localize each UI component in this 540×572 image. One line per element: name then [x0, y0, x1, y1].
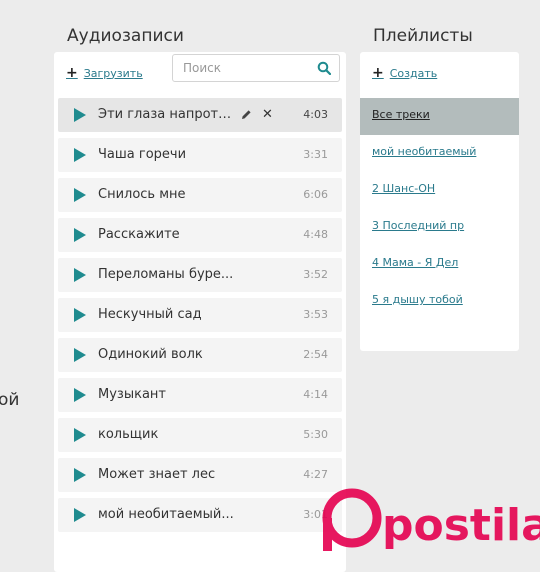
playlist-item[interactable]: 4 Мама - Я Дел — [360, 246, 519, 283]
track-title: Может знает лес — [98, 467, 216, 482]
search-box — [172, 54, 340, 82]
track-duration: 4:14 — [303, 388, 328, 401]
track-title: кольщик — [98, 427, 159, 442]
play-icon[interactable] — [74, 308, 86, 322]
play-icon[interactable] — [74, 148, 86, 162]
track-title: Чаша горечи — [98, 147, 187, 162]
track-duration: 5:30 — [303, 428, 328, 441]
track-duration: 6:06 — [303, 188, 328, 201]
playlist-label: 2 Шанс-ОН — [372, 182, 436, 195]
playlist-list: Все треки мой необитаемый 2 Шанс-ОН 3 После… — [360, 98, 519, 320]
track-duration: 3:52 — [303, 268, 328, 281]
play-icon[interactable] — [74, 508, 86, 522]
track-title: Эти глаза напрот… — [98, 107, 232, 122]
postila-watermark-logo: postila.ru — [322, 488, 540, 551]
playlist-item[interactable]: мой необитаемый — [360, 135, 519, 172]
play-icon[interactable] — [74, 268, 86, 282]
playlist-item[interactable]: 5 я дышу тобой — [360, 283, 519, 320]
track-title: мой необитаемый... — [98, 507, 234, 522]
track-title: Одинокий волк — [98, 347, 203, 362]
play-icon[interactable] — [74, 228, 86, 242]
track-row[interactable]: Переломаны буре... 3:52 — [58, 258, 342, 292]
playlists-section-title: Плейлисты — [373, 26, 473, 46]
search-input[interactable] — [173, 55, 323, 81]
track-duration: 4:48 — [303, 228, 328, 241]
track-row[interactable]: Эти глаза напрот… ✕ 4:03 — [58, 98, 342, 132]
playlist-label: 3 Последний пр — [372, 219, 465, 232]
playlist-label: мой необитаемый — [372, 145, 477, 158]
track-row[interactable]: Может знает лес 4:27 — [58, 458, 342, 492]
audio-section-title: Аудиозаписи — [67, 26, 184, 46]
playlist-item[interactable]: 2 Шанс-ОН — [360, 172, 519, 209]
track-title: Переломаны буре... — [98, 267, 234, 282]
track-row[interactable]: Чаша горечи 3:31 — [58, 138, 342, 172]
track-row[interactable]: Нескучный сад 3:53 — [58, 298, 342, 332]
close-icon[interactable]: ✕ — [262, 108, 273, 121]
track-row[interactable]: Расскажите 4:48 — [58, 218, 342, 252]
track-duration: 2:54 — [303, 348, 328, 361]
play-icon[interactable] — [74, 388, 86, 402]
track-row[interactable]: Музыкант 4:14 — [58, 378, 342, 412]
track-list: Эти глаза напрот… ✕ 4:03 Чаша горечи 3:31 Сни… — [58, 98, 342, 538]
track-row[interactable]: кольщик 5:30 — [58, 418, 342, 452]
plus-icon: + — [66, 65, 78, 81]
upload-button[interactable]: + Загрузить — [66, 66, 143, 80]
playlist-item[interactable]: 3 Последний пр — [360, 209, 519, 246]
play-icon[interactable] — [74, 108, 86, 122]
playlist-label: Все треки — [372, 108, 430, 121]
create-playlist-button[interactable]: + Создать — [372, 66, 437, 80]
search-icon[interactable] — [317, 61, 331, 75]
track-title: Музыкант — [98, 387, 166, 402]
play-icon[interactable] — [74, 468, 86, 482]
create-label: Создать — [389, 66, 438, 80]
audio-panel: + Загрузить Эти глаза напрот… ✕ 4:03 Чаша г… — [54, 52, 346, 572]
playlists-panel: + Создать Все треки мой необитаемый 2 Шанс… — [360, 52, 519, 351]
play-icon[interactable] — [74, 188, 86, 202]
track-title: Снилось мне — [98, 187, 186, 202]
track-row[interactable]: Одинокий волк 2:54 — [58, 338, 342, 372]
playlist-item[interactable]: Все треки — [360, 98, 519, 135]
track-title: Нескучный сад — [98, 307, 202, 322]
cut-off-text: ой — [0, 390, 20, 410]
track-duration: 3:31 — [303, 148, 328, 161]
upload-label: Загрузить — [83, 66, 143, 80]
playlist-label: 5 я дышу тобой — [372, 293, 463, 306]
play-icon[interactable] — [74, 428, 86, 442]
track-duration: 4:03 — [303, 108, 328, 121]
track-duration: 3:53 — [303, 308, 328, 321]
track-row[interactable]: Снилось мне 6:06 — [58, 178, 342, 212]
play-icon[interactable] — [74, 348, 86, 362]
plus-icon: + — [372, 65, 384, 81]
svg-text:postila.ru: postila.ru — [382, 500, 540, 551]
playlist-label: 4 Мама - Я Дел — [372, 256, 459, 269]
track-row[interactable]: мой необитаемый... 3:01 — [58, 498, 342, 532]
pencil-icon[interactable] — [241, 109, 252, 120]
track-title: Расскажите — [98, 227, 180, 242]
